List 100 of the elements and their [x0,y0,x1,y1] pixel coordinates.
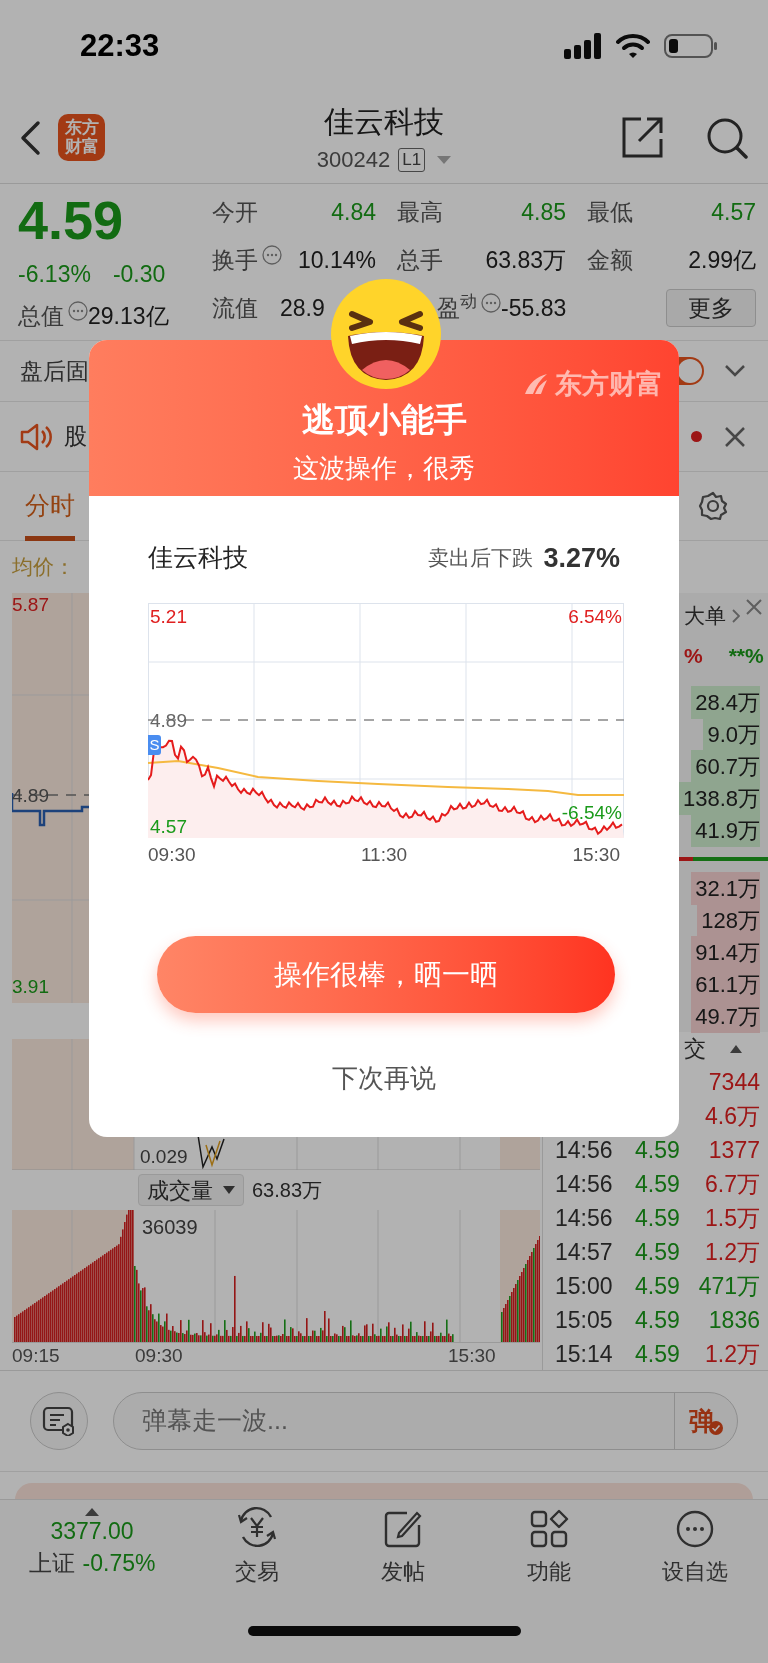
trade-time: 14:56 [555,1203,614,1233]
more-info-icon[interactable] [262,245,282,265]
app-logo: 东方财富 [58,114,105,161]
chart-tab[interactable]: 分时 [25,471,75,541]
trade-volume: 4.6万 [705,1101,760,1131]
axis-label: 5.87 [12,593,49,617]
more-info-icon[interactable] [481,293,501,313]
stat-label: 最低 [587,197,633,227]
stat-label: 最高 [397,197,443,227]
flow-value: 91.4万 [691,935,760,969]
danmaku-input[interactable]: 弹幕走一波... 弹 [113,1392,738,1450]
axis-label: 4.89 [150,709,187,733]
axis-label: 3.91 [12,975,49,999]
index-value: 3377.00 [50,1517,134,1546]
trade-time: 14:56 [555,1169,614,1199]
result-label: 卖出后下跌 [428,545,534,572]
chevron-right-icon[interactable] [732,609,740,623]
search-icon[interactable] [706,116,748,159]
stock-name: 佳云科技 [324,104,444,140]
close-icon[interactable] [724,425,746,448]
nav-item[interactable]: 设自选 [622,1500,768,1592]
row-label: 盘后固 [20,356,89,386]
flow-value: 41.9万 [691,813,760,847]
trade-price: 4.59 [635,1237,680,1267]
trade-time: 15:00 [555,1271,614,1301]
brand-name: 东方财富 [555,368,663,401]
trade-volume: 1.2万 [705,1237,760,1267]
apps-icon [529,1509,569,1549]
speaker-icon [20,421,53,452]
triangle-up-icon [85,1508,99,1516]
trade-volume: 6.7万 [705,1169,760,1199]
sort-caret-icon[interactable] [730,1044,742,1053]
trade-time: 15:14 [555,1339,614,1369]
column-header: 交 [684,1035,706,1063]
index-change: -0.75% [82,1549,156,1578]
dismiss-link[interactable]: 下次再说 [332,1058,436,1098]
close-icon[interactable] [744,597,764,617]
volume-total: 63.83万 [252,1178,323,1203]
time-label: 15:30 [448,1344,496,1369]
time-label: 09:30 [148,842,196,867]
flow-ratio: **% [728,643,764,670]
more-button[interactable]: 更多 [666,289,756,327]
trade-price: 4.59 [635,1169,680,1199]
trade-time: 14:57 [555,1237,614,1267]
axis-label: 4.89 [12,784,49,808]
stat-value: 28.9 [280,293,325,323]
send-danmaku-button[interactable]: 弹 [689,1401,723,1441]
trade-price: 4.59 [635,1271,680,1301]
chevron-down-icon[interactable] [724,364,746,378]
flow-ratio: % [684,643,703,670]
trade-price: 4.59 [635,1135,680,1165]
time-label: 09:15 [12,1344,61,1369]
wifi-icon [616,33,650,59]
edit-icon [383,1509,423,1549]
stat-label: 换手 [212,245,258,275]
indicator-dropdown[interactable]: 成交量 [138,1174,244,1206]
last-price: 4.59 [18,194,125,246]
share-icon[interactable] [621,116,664,159]
nav-item[interactable]: 功能 [476,1500,622,1592]
trade-volume: 1.2万 [705,1339,760,1369]
stat-value: 4.57 [711,197,756,227]
axis-label: 6.54% [568,605,622,629]
document-gear-icon [42,1406,76,1436]
trade-price: 4.59 [635,1339,680,1369]
stat-label: 流值 [212,293,258,323]
flow-value: 128万 [697,903,760,937]
change-amount: -0.30 [112,259,166,289]
stat-value: 10.14% [298,245,376,275]
stat-value: 63.83万 [485,245,566,275]
average-price-label: 均价： [12,554,75,581]
axis-label: 4.57 [150,815,187,839]
flow-value: 28.4万 [691,685,760,719]
stat-value: 4.84 [331,197,376,227]
stat-label: 总手 [397,245,443,275]
stock-code: 300242 [316,146,391,174]
trade-volume: 1377 [708,1135,760,1165]
time-label: 09:30 [135,1344,184,1369]
axis-label: 5.21 [150,605,187,629]
axis-label: -6.54% [561,801,622,825]
back-icon[interactable] [18,119,42,156]
stat-label: 总值 [18,301,64,331]
flow-value: 138.8万 [678,781,760,815]
stat-value: 4.85 [521,197,566,227]
trade-volume: 1.5万 [705,1203,760,1233]
settings-icon[interactable] [698,491,728,521]
nav-item[interactable]: 交易 [184,1500,330,1592]
trade-price: 4.59 [635,1305,680,1335]
more-info-icon[interactable] [68,301,88,321]
flow-value: 49.7万 [691,999,760,1033]
dialog-title: 逃顶小能手 [301,400,467,440]
status-time: 22:33 [80,26,160,65]
stat-value: 2.99亿 [688,245,756,275]
flow-value: 60.7万 [691,749,760,783]
brand-icon [523,372,549,397]
indicator-value: 0.029 [140,1145,188,1169]
trade-volume: 471万 [698,1271,760,1301]
caret-icon [223,1186,235,1194]
stat-value: -55.83 [501,293,567,323]
dialog-subtitle: 这波操作，很秀 [293,452,475,485]
nav-item[interactable]: 发帖 [330,1500,476,1592]
